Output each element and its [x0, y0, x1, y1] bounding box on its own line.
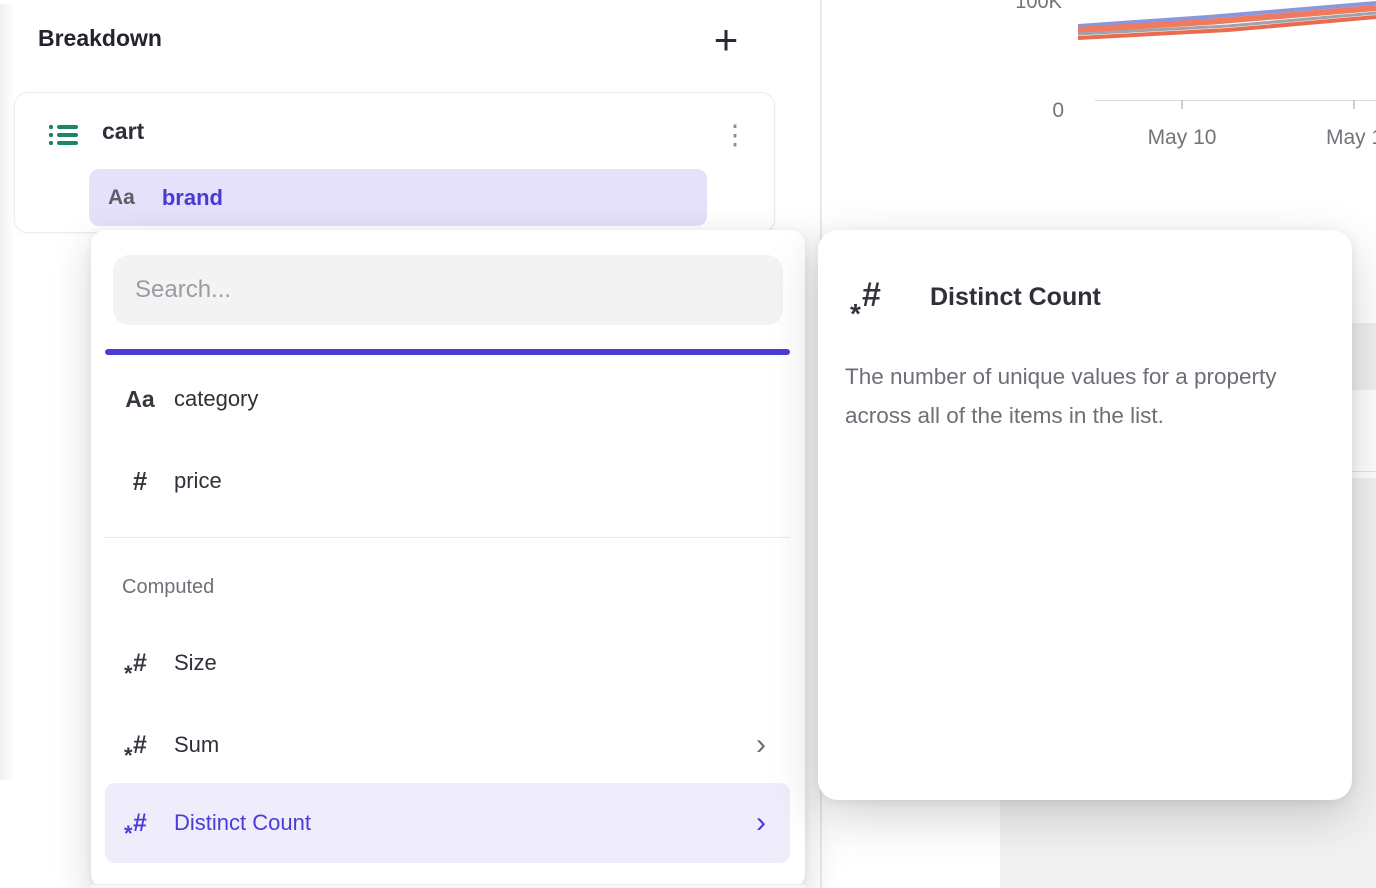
selected-item-indicator [105, 349, 790, 355]
string-type-icon: Aa [108, 186, 135, 210]
breakdown-title: Breakdown [38, 25, 162, 52]
y-axis-label-100k: 100K [992, 0, 1062, 14]
line-chart-series [1078, 0, 1376, 48]
dropdown-item-sum[interactable]: #* Sum › [105, 716, 790, 774]
computed-number-icon: #* [133, 651, 147, 676]
dropdown-item-price[interactable]: # price [105, 452, 790, 510]
dropdown-item-distinct-count[interactable]: #* Distinct Count › [105, 783, 790, 863]
add-breakdown-button[interactable]: + [700, 14, 752, 66]
dropdown-item-label: category [174, 386, 258, 412]
tooltip-title: Distinct Count [930, 282, 1101, 312]
dropdown-item-label: price [174, 468, 222, 494]
chevron-right-icon: › [756, 732, 766, 758]
plus-icon: + [714, 16, 739, 64]
property-dropdown: Aa category # price Computed #* Size #* … [91, 230, 805, 888]
x-axis-label-may10: May 10 [1142, 126, 1222, 150]
kebab-menu-icon[interactable]: ⋮ [718, 115, 752, 155]
dropdown-item-label: Sum [174, 732, 219, 758]
computed-number-icon: #* [862, 278, 881, 312]
computed-section-label: Computed [122, 576, 214, 599]
dropdown-item-category[interactable]: Aa category [105, 370, 790, 428]
dropdown-section-divider [105, 537, 790, 538]
list-property-name: cart [102, 115, 144, 147]
x-axis-line [1095, 100, 1376, 101]
computed-number-icon: #* [133, 811, 147, 836]
selected-property-label: brand [162, 185, 223, 211]
x-axis-label-may1: May 1 [1326, 126, 1376, 150]
dropdown-item-size[interactable]: #* Size [105, 634, 790, 692]
dropdown-item-label: Distinct Count [174, 810, 311, 836]
y-axis-label-0: 0 [1032, 99, 1064, 123]
chevron-right-icon: › [756, 810, 766, 836]
dropdown-item-label: Size [174, 650, 217, 676]
search-box [113, 255, 783, 325]
list-property-icon [49, 125, 79, 145]
x-axis-tick [1181, 100, 1183, 109]
breakdown-card: cart ⋮ Aa brand [14, 92, 775, 233]
left-edge-shadow [0, 4, 14, 780]
search-input[interactable] [113, 255, 783, 325]
computed-number-icon: #* [133, 733, 147, 758]
property-details-tooltip: #* Distinct Count The number of unique v… [818, 230, 1352, 800]
x-axis-tick [1353, 100, 1355, 109]
string-type-icon: Aa [125, 386, 154, 413]
selected-breakdown-property[interactable]: Aa brand [89, 169, 707, 226]
number-type-icon: # [133, 468, 147, 494]
tooltip-description: The number of unique values for a proper… [845, 357, 1327, 435]
